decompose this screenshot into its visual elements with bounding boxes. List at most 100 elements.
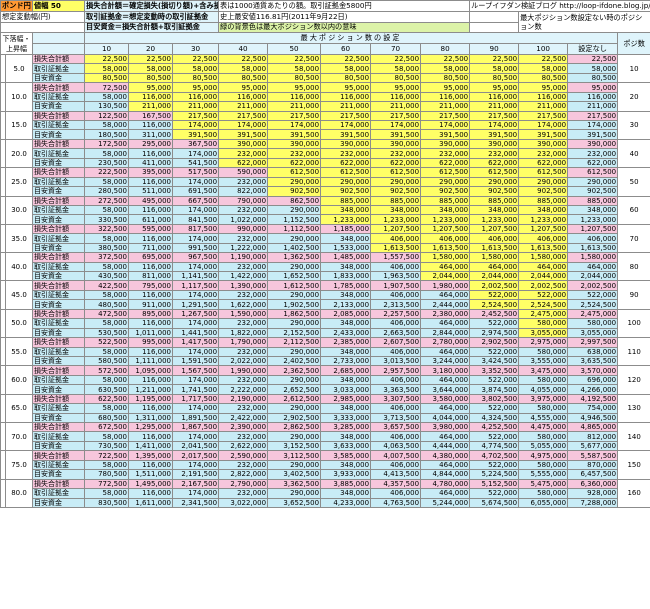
value-cell[interactable]: 1,613,500 [420, 242, 471, 254]
value-cell[interactable]: 3,933,000 [320, 469, 372, 480]
value-cell[interactable]: 1,095,000 [128, 365, 174, 376]
value-cell[interactable]: 4,044,000 [420, 412, 471, 424]
value-cell[interactable]: 116,000 [128, 261, 174, 273]
value-cell[interactable]: 595,000 [128, 223, 174, 235]
value-cell[interactable]: 612,500 [370, 167, 422, 178]
value-cell[interactable]: 174,000 [172, 346, 220, 358]
value-cell[interactable]: 217,500 [218, 110, 269, 122]
value-cell[interactable]: 3,633,000 [320, 440, 372, 452]
row-label[interactable]: 損失合計額 [32, 478, 86, 490]
value-cell[interactable]: 172,500 [84, 138, 130, 150]
value-cell[interactable]: 2,652,500 [267, 384, 322, 395]
value-cell[interactable]: 1,207,500 [420, 223, 471, 235]
value-cell[interactable]: 472,500 [84, 308, 130, 320]
value-cell[interactable]: 395,000 [128, 167, 174, 178]
value-cell[interactable]: 232,000 [218, 148, 269, 159]
value-cell[interactable]: 174,000 [172, 148, 220, 159]
value-cell[interactable]: 348,000 [567, 204, 619, 216]
value-cell[interactable]: 58,000 [469, 63, 520, 74]
row-label[interactable]: 損失合計額 [32, 195, 86, 207]
value-cell[interactable]: 885,000 [518, 195, 569, 207]
position-count-header[interactable]: ポジ数 [617, 32, 650, 55]
value-cell[interactable]: 1,580,000 [567, 252, 619, 263]
value-cell[interactable]: 817,500 [172, 223, 220, 235]
range-cell[interactable]: 50.0 [4, 308, 34, 339]
value-cell[interactable]: 5,244,000 [420, 497, 471, 509]
value-cell[interactable]: 812,000 [567, 431, 619, 442]
value-cell[interactable]: 1,990,000 [218, 365, 269, 376]
value-cell[interactable]: 116,000 [128, 431, 174, 442]
value-cell[interactable]: 1,557,500 [370, 252, 422, 263]
position-count-cell[interactable]: 90 [617, 280, 650, 310]
value-cell[interactable]: 4,444,000 [420, 440, 471, 452]
value-cell[interactable]: 406,000 [370, 233, 422, 244]
value-cell[interactable]: 391,500 [518, 129, 569, 140]
value-cell[interactable]: 1,613,500 [518, 242, 569, 254]
value-cell[interactable]: 1,980,000 [420, 280, 471, 291]
value-cell[interactable]: 3,362,500 [267, 478, 322, 490]
range-cell[interactable]: 25.0 [4, 167, 34, 197]
position-count-cell[interactable]: 70 [617, 223, 650, 254]
value-cell[interactable]: 391,500 [218, 129, 269, 140]
value-cell[interactable]: 1,207,500 [469, 223, 520, 235]
value-cell[interactable]: 3,713,500 [370, 412, 422, 424]
value-cell[interactable]: 391,500 [420, 129, 471, 140]
value-cell[interactable]: 4,865,000 [567, 422, 619, 433]
value-cell[interactable]: 58,000 [267, 63, 322, 74]
value-cell[interactable]: 1,402,500 [267, 242, 322, 254]
value-cell[interactable]: 885,000 [320, 195, 372, 207]
value-cell[interactable]: 232,000 [218, 346, 269, 358]
value-cell[interactable]: 2,085,000 [320, 308, 372, 320]
value-cell[interactable]: 232,000 [469, 148, 520, 159]
note-unit-cell[interactable]: 表は1000通貨あたりの額。取引証拠金5800円 [218, 0, 471, 12]
range-cell[interactable]: 10.0 [4, 82, 34, 112]
value-cell[interactable]: 517,500 [172, 167, 220, 178]
value-cell[interactable]: 5,587,500 [567, 450, 619, 461]
value-cell[interactable]: 1,622,000 [218, 299, 269, 310]
definition-loss-cell[interactable]: 損失合計額＝確定損失(損切り額)+含み損 [84, 0, 220, 12]
value-cell[interactable]: 995,000 [128, 337, 174, 348]
value-cell[interactable]: 3,885,000 [320, 478, 372, 490]
row-label[interactable]: 目安資金 [32, 101, 86, 112]
row-label[interactable]: 目安資金 [32, 440, 86, 452]
value-cell[interactable]: 622,000 [218, 157, 269, 169]
value-cell[interactable]: 580,000 [518, 318, 569, 329]
value-cell[interactable]: 3,802,500 [469, 393, 520, 405]
value-cell[interactable]: 1,267,500 [172, 308, 220, 320]
value-cell[interactable]: 58,000 [84, 148, 130, 159]
value-cell[interactable]: 2,524,500 [567, 299, 619, 310]
value-cell[interactable]: 232,000 [567, 148, 619, 159]
value-cell[interactable]: 217,500 [172, 110, 220, 122]
value-cell[interactable]: 530,500 [84, 327, 130, 339]
value-cell[interactable]: 22,500 [518, 53, 569, 65]
value-cell[interactable]: 911,000 [128, 299, 174, 310]
value-cell[interactable]: 1,112,500 [267, 223, 322, 235]
value-cell[interactable]: 2,044,000 [518, 271, 569, 282]
value-cell[interactable]: 2,167,500 [172, 478, 220, 490]
row-label[interactable]: 取引証拠金 [32, 403, 86, 414]
value-cell[interactable]: 1,580,000 [518, 252, 569, 263]
col-header[interactable]: 80 [420, 43, 471, 55]
value-cell[interactable]: 58,000 [84, 91, 130, 103]
value-cell[interactable]: 5,674,500 [469, 497, 520, 509]
value-cell[interactable]: 1,590,000 [218, 308, 269, 320]
value-cell[interactable]: 522,000 [469, 403, 520, 414]
value-cell[interactable]: 1,295,000 [128, 422, 174, 433]
value-cell[interactable]: 406,000 [567, 233, 619, 244]
value-cell[interactable]: 754,000 [567, 403, 619, 414]
position-count-cell[interactable]: 30 [617, 110, 650, 140]
max-position-title[interactable]: 最大ポジション数の設定 [84, 32, 619, 45]
value-cell[interactable]: 390,000 [218, 138, 269, 150]
value-cell[interactable]: 311,000 [128, 129, 174, 140]
value-cell[interactable]: 390,000 [518, 138, 569, 150]
value-cell[interactable]: 95,000 [128, 82, 174, 93]
value-cell[interactable]: 58,000 [84, 204, 130, 216]
value-cell[interactable]: 217,500 [370, 110, 422, 122]
row-label[interactable]: 損失合計額 [32, 393, 86, 405]
value-cell[interactable]: 80,500 [218, 72, 269, 84]
value-cell[interactable]: 290,000 [518, 176, 569, 188]
row-label[interactable]: 目安資金 [32, 72, 86, 84]
value-cell[interactable]: 4,763,500 [370, 497, 422, 509]
blank-cell[interactable] [469, 10, 520, 23]
col-header[interactable]: 90 [469, 43, 520, 55]
